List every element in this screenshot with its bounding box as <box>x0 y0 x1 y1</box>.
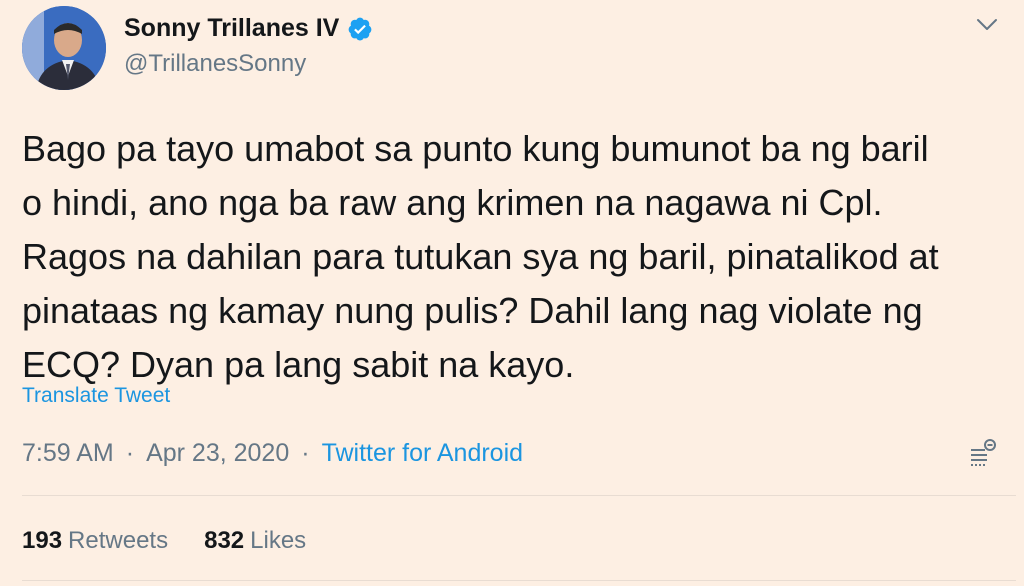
tweet-stats: 193 Retweets 832 Likes <box>22 527 342 555</box>
likes-label: Likes <box>250 527 307 554</box>
analytics-icon[interactable] <box>965 436 1001 472</box>
tweet-date[interactable]: Apr 23, 2020 <box>146 439 289 468</box>
verified-badge-icon <box>348 17 372 40</box>
tweet-source-link[interactable]: Twitter for Android <box>322 439 523 468</box>
tweet-metadata: 7:59 AM · Apr 23, 2020 · Twitter for And… <box>22 439 523 468</box>
profile-photo <box>22 6 106 90</box>
retweets-stat[interactable]: 193 Retweets <box>22 527 168 555</box>
author-handle[interactable]: @TrillanesSonny <box>124 50 306 78</box>
likes-count: 832 <box>204 527 245 554</box>
translate-tweet-link[interactable]: Translate Tweet <box>22 384 170 408</box>
author-display-name[interactable]: Sonny Trillanes IV <box>124 14 339 43</box>
chevron-down-icon[interactable] <box>974 14 1000 34</box>
tweet-time[interactable]: 7:59 AM <box>22 439 114 468</box>
likes-stat[interactable]: 832 Likes <box>204 527 306 555</box>
author-name-row[interactable]: Sonny Trillanes IV <box>124 14 373 43</box>
tweet-text: Bago pa tayo umabot sa punto kung bumuno… <box>22 128 939 385</box>
retweets-label: Retweets <box>68 527 169 554</box>
meta-separator: · <box>301 439 310 467</box>
avatar[interactable] <box>22 6 106 90</box>
divider <box>22 495 1016 496</box>
divider <box>22 580 1016 581</box>
meta-separator: · <box>125 439 135 467</box>
retweets-count: 193 <box>22 527 63 554</box>
